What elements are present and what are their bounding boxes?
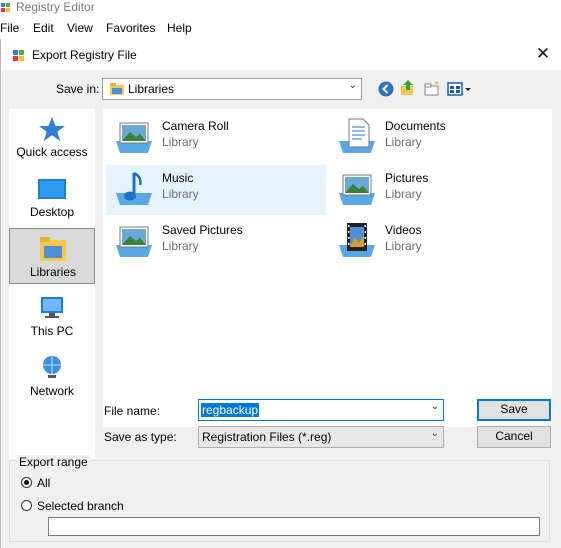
places-bar: Quick access Desktop Libraries This PC N… xyxy=(9,109,95,459)
cancel-button[interactable]: Cancel xyxy=(477,426,551,448)
list-item-music[interactable]: Music Library xyxy=(106,165,326,215)
save-in-value: Libraries xyxy=(128,82,175,96)
selected-branch-input[interactable] xyxy=(48,517,540,536)
svg-text:*: * xyxy=(435,80,439,89)
save-type-select[interactable]: Registration Files (*.reg) ⌄ xyxy=(198,426,444,448)
music-library-icon xyxy=(116,171,152,205)
menu-help[interactable]: Help xyxy=(167,21,192,35)
place-label: Desktop xyxy=(29,205,75,219)
chevron-down-icon: ⌄ xyxy=(430,428,439,439)
item-name: Pictures xyxy=(385,171,429,185)
item-name: Camera Roll xyxy=(162,119,229,133)
app-titlebar: Registry Editor xyxy=(0,0,561,18)
picture-library-icon xyxy=(116,226,152,257)
chevron-down-icon: ⌄ xyxy=(348,80,357,91)
dialog-title: Export Registry File xyxy=(32,48,137,62)
save-in-combo[interactable]: Libraries ⌄ xyxy=(102,78,362,100)
list-item-saved-pictures[interactable]: Saved Pictures Library xyxy=(106,217,326,267)
item-name: Videos xyxy=(385,223,422,237)
menu-file[interactable]: File xyxy=(0,21,19,35)
registry-export-icon xyxy=(13,50,24,61)
place-quick-access[interactable]: Quick access xyxy=(9,109,95,165)
picture-library-icon xyxy=(116,122,152,153)
place-label: Network xyxy=(29,384,74,398)
view-menu-icon[interactable] xyxy=(447,80,473,98)
item-type: Library xyxy=(162,239,199,253)
place-label: This PC xyxy=(30,324,74,338)
item-type: Library xyxy=(162,135,199,149)
item-type: Library xyxy=(385,187,422,201)
radio-selected-branch[interactable] xyxy=(21,500,32,511)
save-type-label: Save as type: xyxy=(104,430,177,444)
export-range-legend: Export range xyxy=(17,455,90,469)
documents-library-icon xyxy=(339,118,375,153)
new-folder-icon[interactable]: * xyxy=(423,80,441,98)
place-label: Quick access xyxy=(16,145,88,159)
file-name-label: File name: xyxy=(104,404,161,418)
desktop-icon xyxy=(38,179,66,199)
item-type: Library xyxy=(385,135,422,149)
back-icon[interactable] xyxy=(377,80,395,98)
picture-library-icon xyxy=(339,174,375,205)
menu-view[interactable]: View xyxy=(67,21,93,35)
list-item-camera-roll[interactable]: Camera Roll Library xyxy=(106,113,326,163)
list-item-videos[interactable]: Videos Library xyxy=(329,217,549,267)
place-network[interactable]: Network xyxy=(9,348,95,404)
radio-all-label: All xyxy=(37,476,51,490)
save-in-label: Save in: xyxy=(56,82,100,96)
item-name: Saved Pictures xyxy=(162,223,243,237)
item-name: Documents xyxy=(385,119,446,133)
computer-icon xyxy=(41,297,63,318)
radio-all[interactable] xyxy=(21,477,32,488)
file-name-input[interactable]: regbackup ⌄ xyxy=(198,399,444,421)
videos-library-icon xyxy=(339,223,375,257)
save-type-value: Registration Files (*.reg) xyxy=(202,430,332,444)
app-title: Registry Editor xyxy=(16,0,95,14)
export-dialog: Export Registry File ✕ Save in: Librarie… xyxy=(0,39,561,548)
menubar: File Edit View Favorites Help xyxy=(0,19,561,39)
star-icon xyxy=(39,117,65,141)
place-label: Libraries xyxy=(29,265,77,279)
menu-edit[interactable]: Edit xyxy=(33,21,54,35)
item-type: Library xyxy=(162,187,199,201)
registry-editor-icon xyxy=(1,3,10,12)
dialog-titlebar: Export Registry File ✕ xyxy=(1,39,561,70)
list-item-pictures[interactable]: Pictures Library xyxy=(329,165,549,215)
save-button[interactable]: Save xyxy=(477,399,551,421)
up-folder-icon[interactable] xyxy=(399,79,417,97)
list-item-documents[interactable]: Documents Library xyxy=(329,113,549,163)
item-type: Library xyxy=(385,239,422,253)
radio-selected-branch-label: Selected branch xyxy=(37,499,124,513)
close-icon[interactable]: ✕ xyxy=(531,43,555,67)
place-this-pc[interactable]: This PC xyxy=(9,288,95,344)
libraries-icon xyxy=(110,83,124,95)
place-libraries[interactable]: Libraries xyxy=(9,228,95,284)
place-desktop[interactable]: Desktop xyxy=(9,169,95,225)
file-list: Camera Roll Library Documents Library Mu… xyxy=(103,109,552,427)
chevron-down-icon: ⌄ xyxy=(430,401,439,412)
libraries-icon xyxy=(40,237,66,261)
file-name-value: regbackup xyxy=(201,403,260,417)
item-name: Music xyxy=(162,171,194,185)
menu-favorites[interactable]: Favorites xyxy=(106,21,155,35)
network-icon xyxy=(43,356,61,378)
